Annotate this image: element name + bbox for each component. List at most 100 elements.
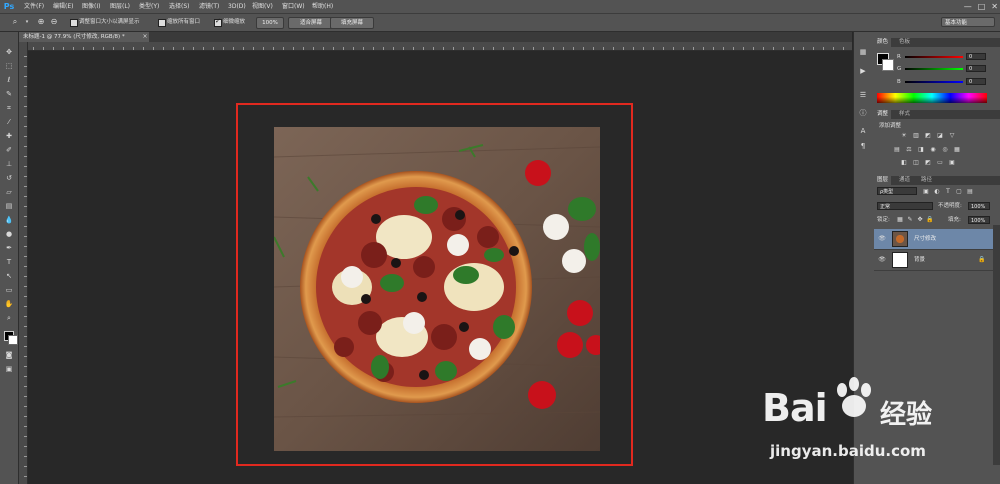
black-white-icon[interactable]: ◨: [917, 146, 925, 153]
layer-filter-select[interactable]: ρ类型: [877, 187, 917, 195]
layer-row-resize[interactable]: 👁 尺寸修改: [874, 229, 993, 250]
menu-view[interactable]: 视图(V): [252, 2, 273, 12]
pen-tool-icon[interactable]: ✒: [3, 243, 15, 253]
eyedropper-tool-icon[interactable]: ⁄: [3, 117, 15, 127]
tab-paths[interactable]: 路径: [918, 176, 935, 185]
color-balance-icon[interactable]: ⚖: [905, 146, 913, 153]
tab-styles[interactable]: 样式: [896, 110, 913, 119]
info-panel-icon[interactable]: ⓘ: [857, 108, 869, 118]
tab-close-icon[interactable]: ×: [141, 32, 149, 42]
menu-type[interactable]: 类型(Y): [139, 2, 159, 12]
character-panel-icon[interactable]: A: [857, 126, 869, 136]
chevron-down-icon[interactable]: ▾: [22, 17, 32, 27]
tab-channels[interactable]: 通道: [896, 176, 913, 185]
blue-slider[interactable]: [905, 81, 963, 83]
zoom-out-icon[interactable]: ⊖: [49, 17, 59, 27]
filter-type-icon[interactable]: T: [944, 188, 952, 195]
pizza-photo[interactable]: [274, 127, 600, 451]
menu-layer[interactable]: 图层(L): [110, 2, 130, 12]
eraser-tool-icon[interactable]: ▱: [3, 187, 15, 197]
scrubby-zoom-checkbox[interactable]: ✓: [214, 17, 222, 27]
color-lookup-icon[interactable]: ▦: [953, 146, 961, 153]
fill-screen-button[interactable]: 填充屏幕: [330, 17, 374, 29]
vibrance-icon[interactable]: ▽: [948, 132, 956, 139]
screen-mode-icon[interactable]: ▣: [3, 364, 15, 374]
menu-select[interactable]: 选择(S): [169, 2, 190, 12]
fit-screen-button[interactable]: 适合屏幕: [288, 17, 334, 29]
dodge-tool-icon[interactable]: ●: [3, 229, 15, 239]
hue-sat-icon[interactable]: ▤: [893, 146, 901, 153]
gradient-map-icon[interactable]: ▭: [936, 159, 944, 166]
filter-adjust-icon[interactable]: ◐: [933, 188, 941, 195]
stamp-tool-icon[interactable]: ⊥: [3, 159, 15, 169]
blend-mode-select[interactable]: 正常: [877, 202, 933, 210]
selective-color-icon[interactable]: ▣: [948, 159, 956, 166]
invert-icon[interactable]: ◧: [900, 159, 908, 166]
red-slider[interactable]: [905, 56, 963, 58]
blur-tool-icon[interactable]: 💧: [3, 215, 15, 225]
gradient-tool-icon[interactable]: ▤: [3, 201, 15, 211]
filter-pixel-icon[interactable]: ▣: [922, 188, 930, 195]
minimize-button[interactable]: —: [964, 1, 972, 12]
marquee-tool-icon[interactable]: ⬚: [3, 61, 15, 71]
zoom-tool-icon[interactable]: ⌕: [10, 17, 20, 27]
close-button[interactable]: ✕: [991, 1, 998, 12]
menu-edit[interactable]: 编辑(E): [53, 2, 73, 12]
move-tool-icon[interactable]: ✥: [3, 47, 15, 57]
blue-value-input[interactable]: 0: [966, 78, 986, 85]
photo-filter-icon[interactable]: ◉: [929, 146, 937, 153]
opacity-input[interactable]: 100%: [968, 202, 990, 210]
threshold-icon[interactable]: ◩: [924, 159, 932, 166]
vertical-ruler[interactable]: [19, 42, 28, 484]
zoom-100-button[interactable]: 100%: [256, 17, 284, 29]
lasso-tool-icon[interactable]: ℓ: [3, 75, 15, 85]
layer-row-background[interactable]: 👁 背景 🔒: [874, 250, 993, 271]
red-value-input[interactable]: 0: [966, 53, 986, 60]
filter-shape-icon[interactable]: ▢: [955, 188, 963, 195]
menu-filter[interactable]: 滤镜(T): [199, 2, 219, 12]
path-select-tool-icon[interactable]: ↖: [3, 271, 15, 281]
levels-icon[interactable]: ▥: [912, 132, 920, 139]
brightness-icon[interactable]: ☀: [900, 132, 908, 139]
green-value-input[interactable]: 0: [966, 65, 986, 72]
zoom-all-checkbox[interactable]: [158, 19, 166, 27]
background-color-chip[interactable]: [882, 59, 894, 71]
exposure-icon[interactable]: ◪: [936, 132, 944, 139]
menu-file[interactable]: 文件(F): [24, 2, 44, 12]
filter-smart-icon[interactable]: ▤: [966, 188, 974, 195]
green-slider[interactable]: [905, 68, 963, 70]
horizontal-ruler[interactable]: [27, 42, 852, 51]
properties-panel-icon[interactable]: ☰: [857, 90, 869, 100]
eye-icon[interactable]: 👁: [878, 256, 886, 264]
crop-tool-icon[interactable]: ⌗: [3, 103, 15, 113]
tab-adjustments[interactable]: 调整: [874, 110, 892, 119]
menu-help[interactable]: 帮助(H): [312, 2, 333, 12]
tab-layers[interactable]: 图层: [874, 176, 892, 185]
brush-tool-icon[interactable]: ✐: [3, 145, 15, 155]
paragraph-panel-icon[interactable]: ¶: [857, 141, 869, 151]
resize-windows-checkbox[interactable]: [70, 19, 78, 27]
workspace-select[interactable]: 基本功能: [941, 17, 995, 27]
background-color-swatch[interactable]: [8, 335, 18, 345]
quick-mask-icon[interactable]: ◙: [3, 350, 15, 360]
menu-image[interactable]: 图像(I): [82, 2, 100, 12]
curves-icon[interactable]: ◩: [924, 132, 932, 139]
lock-position-icon[interactable]: ✥: [916, 216, 924, 223]
layer-name[interactable]: 尺寸修改: [914, 235, 936, 243]
tab-color[interactable]: 颜色: [874, 38, 892, 47]
lock-transparent-icon[interactable]: ▦: [896, 216, 904, 223]
document-tab[interactable]: 未标题-1 @ 77.9% (尺寸修改, RGB/8) *: [19, 32, 141, 42]
type-tool-icon[interactable]: T: [3, 257, 15, 267]
shape-tool-icon[interactable]: ▭: [3, 285, 15, 295]
healing-brush-tool-icon[interactable]: ✚: [3, 131, 15, 141]
history-brush-tool-icon[interactable]: ↺: [3, 173, 15, 183]
hand-tool-icon[interactable]: ✋: [3, 299, 15, 309]
zoom-in-icon[interactable]: ⊕: [36, 17, 46, 27]
history-panel-icon[interactable]: ▦: [857, 47, 869, 57]
posterize-icon[interactable]: ◫: [912, 159, 920, 166]
eye-icon[interactable]: 👁: [878, 235, 886, 243]
layer-name[interactable]: 背景: [914, 256, 925, 264]
maximize-button[interactable]: □: [978, 1, 986, 12]
zoom-tool-icon[interactable]: ⌕: [3, 313, 15, 323]
lock-all-icon[interactable]: 🔒: [926, 216, 934, 223]
